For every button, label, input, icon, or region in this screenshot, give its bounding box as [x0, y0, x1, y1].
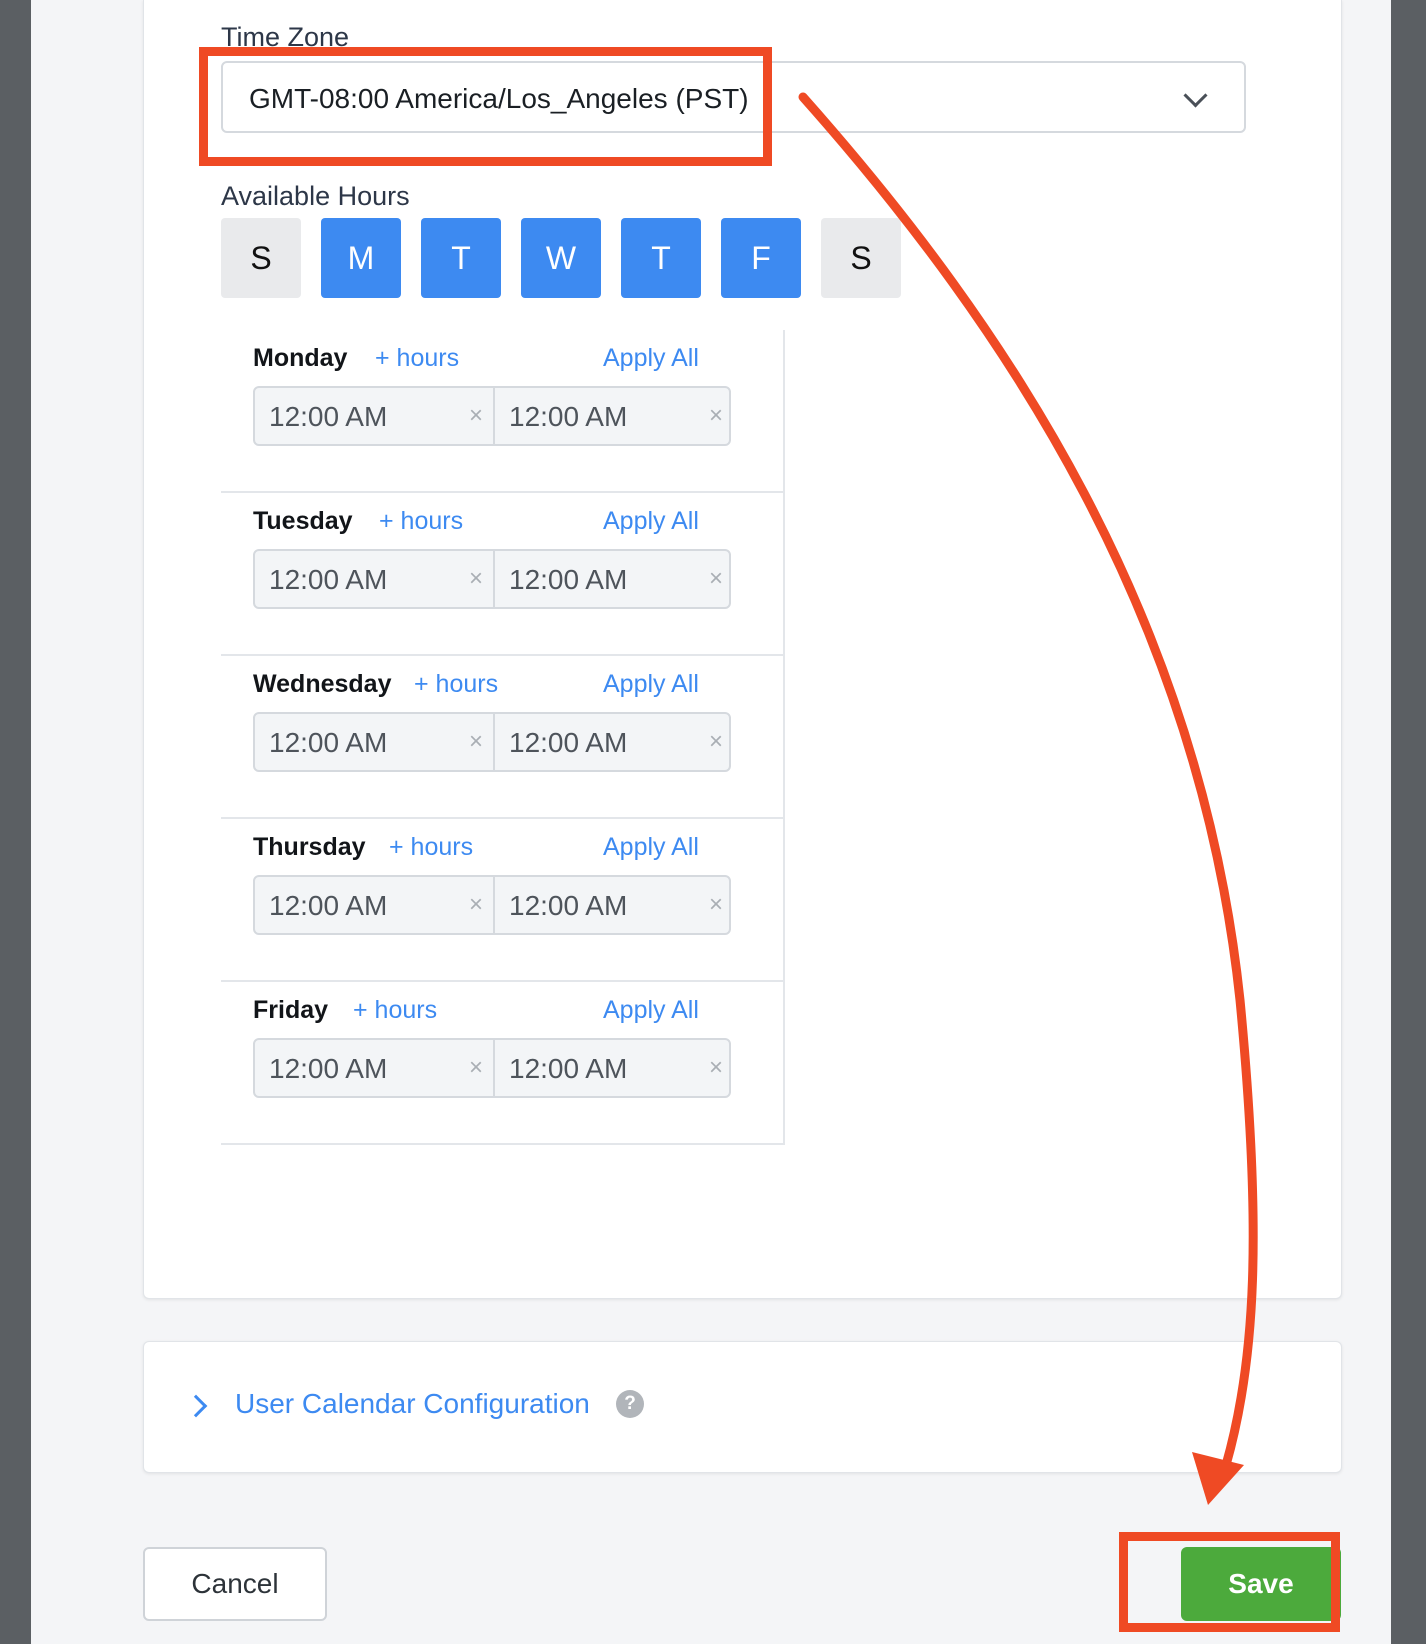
- arrow-head: [1192, 1452, 1244, 1505]
- arrow-path: [798, 92, 1258, 1470]
- annotation-arrow: [798, 92, 1258, 1505]
